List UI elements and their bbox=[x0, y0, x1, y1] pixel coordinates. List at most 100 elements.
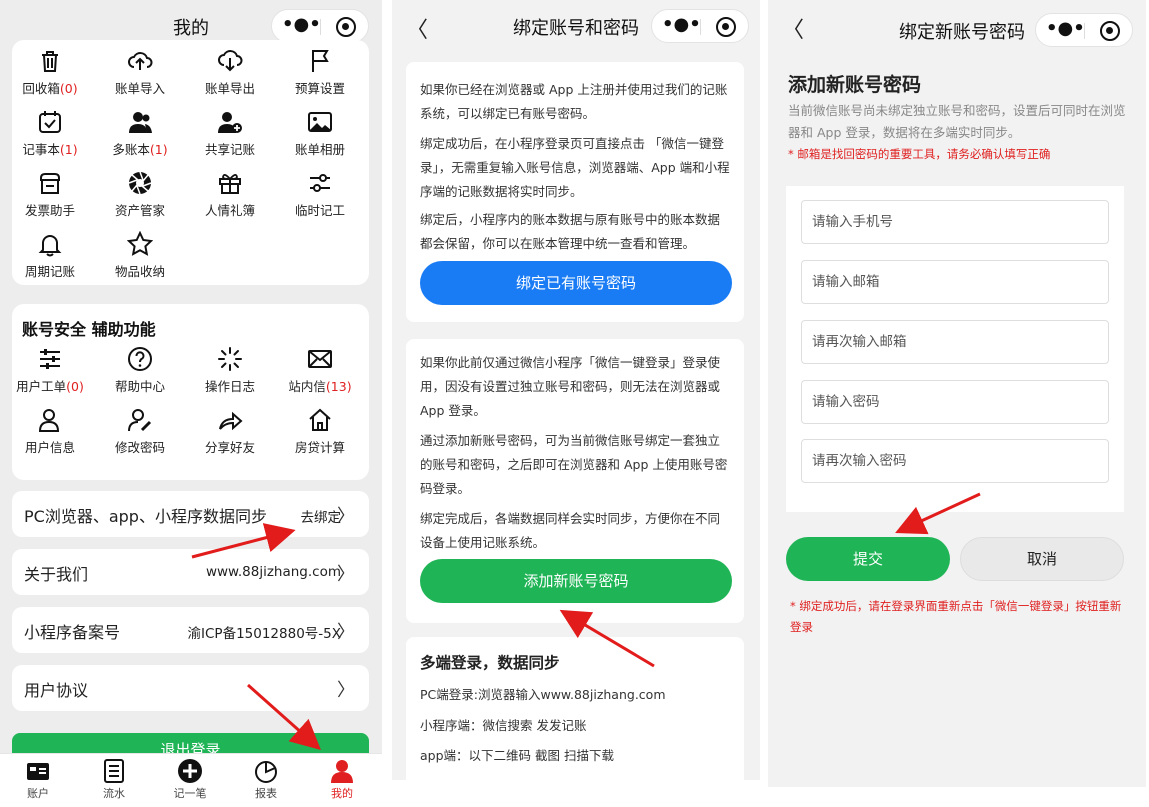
flag-icon bbox=[312, 50, 329, 72]
security-item[interactable]: 用户工单(0) bbox=[6, 346, 94, 395]
icp-row[interactable]: 小程序备案号 渝ICP备15012880号-5X 〉 bbox=[12, 607, 369, 653]
feature-item[interactable]: 预算设置 bbox=[276, 48, 364, 97]
feature-item[interactable]: 账单相册 bbox=[276, 109, 364, 158]
email-input[interactable] bbox=[801, 260, 1109, 304]
share-icon bbox=[219, 411, 243, 431]
nav-bar: 〈 绑定账号和密码 •●• bbox=[392, 0, 760, 52]
feature-label: 临时记工 bbox=[294, 203, 345, 218]
close-target-icon[interactable] bbox=[1100, 21, 1120, 41]
info-paragraph: 绑定完成后，各端数据同样会实时同步，方便你在不同设备上使用记账系统。 bbox=[420, 511, 721, 550]
app-line: app端：以下二维码 截图 扫描下载 bbox=[420, 748, 614, 763]
feature-item[interactable]: 发票助手 bbox=[6, 170, 94, 219]
bind-existing-card: 如果你已经在浏览器或 App 上注册并使用过我们的记账系统，可以绑定已有账号密码… bbox=[406, 62, 744, 322]
sync-label: PC浏览器、app、小程序数据同步 bbox=[24, 507, 267, 526]
feature-item[interactable]: 共享记账 bbox=[186, 109, 274, 158]
close-target-icon[interactable] bbox=[336, 17, 356, 37]
tab-add[interactable]: 记一笔 bbox=[152, 758, 228, 801]
more-icon[interactable]: •●• bbox=[1046, 20, 1085, 40]
section-title: 账号安全 辅助功能 bbox=[22, 320, 156, 339]
info-paragraph: 如果你已经在浏览器或 App 上注册并使用过我们的记账系统，可以绑定已有账号密码… bbox=[420, 82, 728, 121]
feature-label: 共享记账 bbox=[204, 142, 255, 157]
submit-button[interactable]: 提交 bbox=[786, 537, 950, 581]
about-row[interactable]: 关于我们 www.88jizhang.com 〉 bbox=[12, 549, 369, 595]
bind-existing-button[interactable]: 绑定已有账号密码 bbox=[420, 261, 732, 305]
tab-report[interactable]: 报表 bbox=[228, 758, 304, 801]
screen-new-account: 〈 绑定新账号密码 •●• 添加新账号密码 当前微信账号尚未绑定独立账号和密码，… bbox=[768, 0, 1146, 787]
bind-link[interactable]: 去绑定 bbox=[301, 506, 342, 526]
security-label: 帮助中心 bbox=[114, 379, 165, 394]
pie-chart-icon bbox=[255, 761, 277, 783]
feature-label: 周期记账 bbox=[24, 264, 75, 279]
sliders-icon bbox=[310, 174, 330, 192]
security-item[interactable]: 房贷计算 bbox=[276, 407, 364, 456]
star-icon bbox=[127, 231, 153, 256]
agreement-label: 用户协议 bbox=[24, 681, 89, 700]
tab-bar: 账户 流水 记一笔 报表 我的 bbox=[0, 753, 382, 807]
form-description: 当前微信账号尚未绑定独立账号和密码，设置后可同时在浏览器和 App 登录，数据将… bbox=[788, 103, 1126, 140]
close-target-icon[interactable] bbox=[716, 17, 736, 37]
password-input[interactable] bbox=[801, 380, 1109, 424]
icp-value: 渝ICP备15012880号-5X bbox=[187, 626, 341, 642]
security-item[interactable]: 操作日志 bbox=[186, 346, 274, 395]
email-confirm-input[interactable] bbox=[801, 320, 1109, 364]
users-icon bbox=[129, 112, 152, 133]
feature-item[interactable]: 周期记账 bbox=[6, 231, 94, 280]
page-title: 绑定账号和密码 bbox=[513, 18, 639, 39]
more-icon[interactable]: •●• bbox=[282, 16, 321, 36]
feature-label: 发票助手 bbox=[24, 203, 75, 218]
sync-row[interactable]: PC浏览器、app、小程序数据同步 去绑定 〉 bbox=[12, 491, 369, 537]
security-item[interactable]: 用户信息 bbox=[6, 407, 94, 456]
feature-item[interactable]: 临时记工 bbox=[276, 170, 364, 219]
mini-program-capsule[interactable]: •●• bbox=[651, 9, 749, 43]
home-icon bbox=[309, 408, 331, 431]
mini-program-capsule[interactable]: •●• bbox=[271, 9, 369, 43]
form-heading: 添加新账号密码 bbox=[788, 74, 922, 96]
info-paragraph: 绑定成功后，在小程序登录页可直接点击 「微信一键登录」，无需重复输入账号信息，浏… bbox=[420, 136, 730, 199]
add-new-card: 如果你此前仅通过微信小程序「微信一键登录」登录使用，因没有设置过独立账号和密码，… bbox=[406, 339, 744, 623]
help-icon bbox=[128, 347, 152, 371]
invoice-icon bbox=[40, 173, 60, 194]
phone-input[interactable] bbox=[801, 200, 1109, 244]
back-icon[interactable]: 〈 bbox=[782, 12, 804, 44]
security-item[interactable]: 修改密码 bbox=[96, 407, 184, 456]
tab-mine[interactable]: 我的 bbox=[304, 758, 380, 801]
calendar-check-icon bbox=[39, 111, 61, 133]
cancel-button[interactable]: 取消 bbox=[960, 537, 1124, 581]
feature-item[interactable]: 人情礼簿 bbox=[186, 170, 274, 219]
mini-program-capsule[interactable]: •●• bbox=[1035, 13, 1133, 47]
cloud-upload-icon bbox=[128, 52, 153, 70]
security-label: 操作日志 bbox=[204, 379, 255, 394]
feature-item[interactable]: 账单导入 bbox=[96, 48, 184, 97]
tab-flow[interactable]: 流水 bbox=[76, 758, 152, 801]
image-icon bbox=[308, 112, 332, 132]
mail-icon bbox=[308, 350, 332, 368]
feature-label: 账单相册 bbox=[294, 142, 345, 157]
feature-label: 多账本(1) bbox=[112, 142, 168, 157]
account-card-icon bbox=[27, 763, 49, 780]
add-new-account-button[interactable]: 添加新账号密码 bbox=[420, 559, 732, 603]
feature-label: 预算设置 bbox=[294, 81, 345, 96]
password-confirm-input[interactable] bbox=[801, 439, 1109, 483]
multi-login-title: 多端登录，数据同步 bbox=[420, 654, 560, 672]
multi-login-card: 多端登录，数据同步 PC端登录:浏览器输入www.88jizhang.com 小… bbox=[406, 637, 744, 780]
security-label: 用户信息 bbox=[24, 440, 75, 455]
more-icon[interactable]: •●• bbox=[662, 16, 701, 36]
user-icon bbox=[38, 409, 60, 432]
feature-item[interactable]: 物品收纳 bbox=[96, 231, 184, 280]
feature-item[interactable]: 账单导出 bbox=[186, 48, 274, 97]
security-item[interactable]: 站内信(13) bbox=[276, 346, 364, 395]
back-icon[interactable]: 〈 bbox=[406, 12, 428, 44]
feature-item[interactable]: 多账本(1) bbox=[96, 109, 184, 158]
feature-item[interactable]: 回收箱(0) bbox=[6, 48, 94, 97]
user-plus-icon bbox=[218, 112, 242, 133]
agreement-row[interactable]: 用户协议 〉 bbox=[12, 665, 369, 711]
info-paragraph: 如果你此前仅通过微信小程序「微信一键登录」登录使用，因没有设置过独立账号和密码，… bbox=[420, 355, 721, 418]
security-label: 分享好友 bbox=[204, 440, 255, 455]
screen-my-profile: 我的 •●• 回收箱(0) 账单导入 账单导出 预算设置记事本(1) 多账本(1) 共享记… bbox=[0, 0, 382, 807]
chevron-right-icon: 〉 bbox=[337, 564, 355, 585]
feature-item[interactable]: 记事本(1) bbox=[6, 109, 94, 158]
tab-account[interactable]: 账户 bbox=[0, 758, 76, 801]
security-item[interactable]: 帮助中心 bbox=[96, 346, 184, 395]
security-item[interactable]: 分享好友 bbox=[186, 407, 274, 456]
feature-item[interactable]: 资产管家 bbox=[96, 170, 184, 219]
